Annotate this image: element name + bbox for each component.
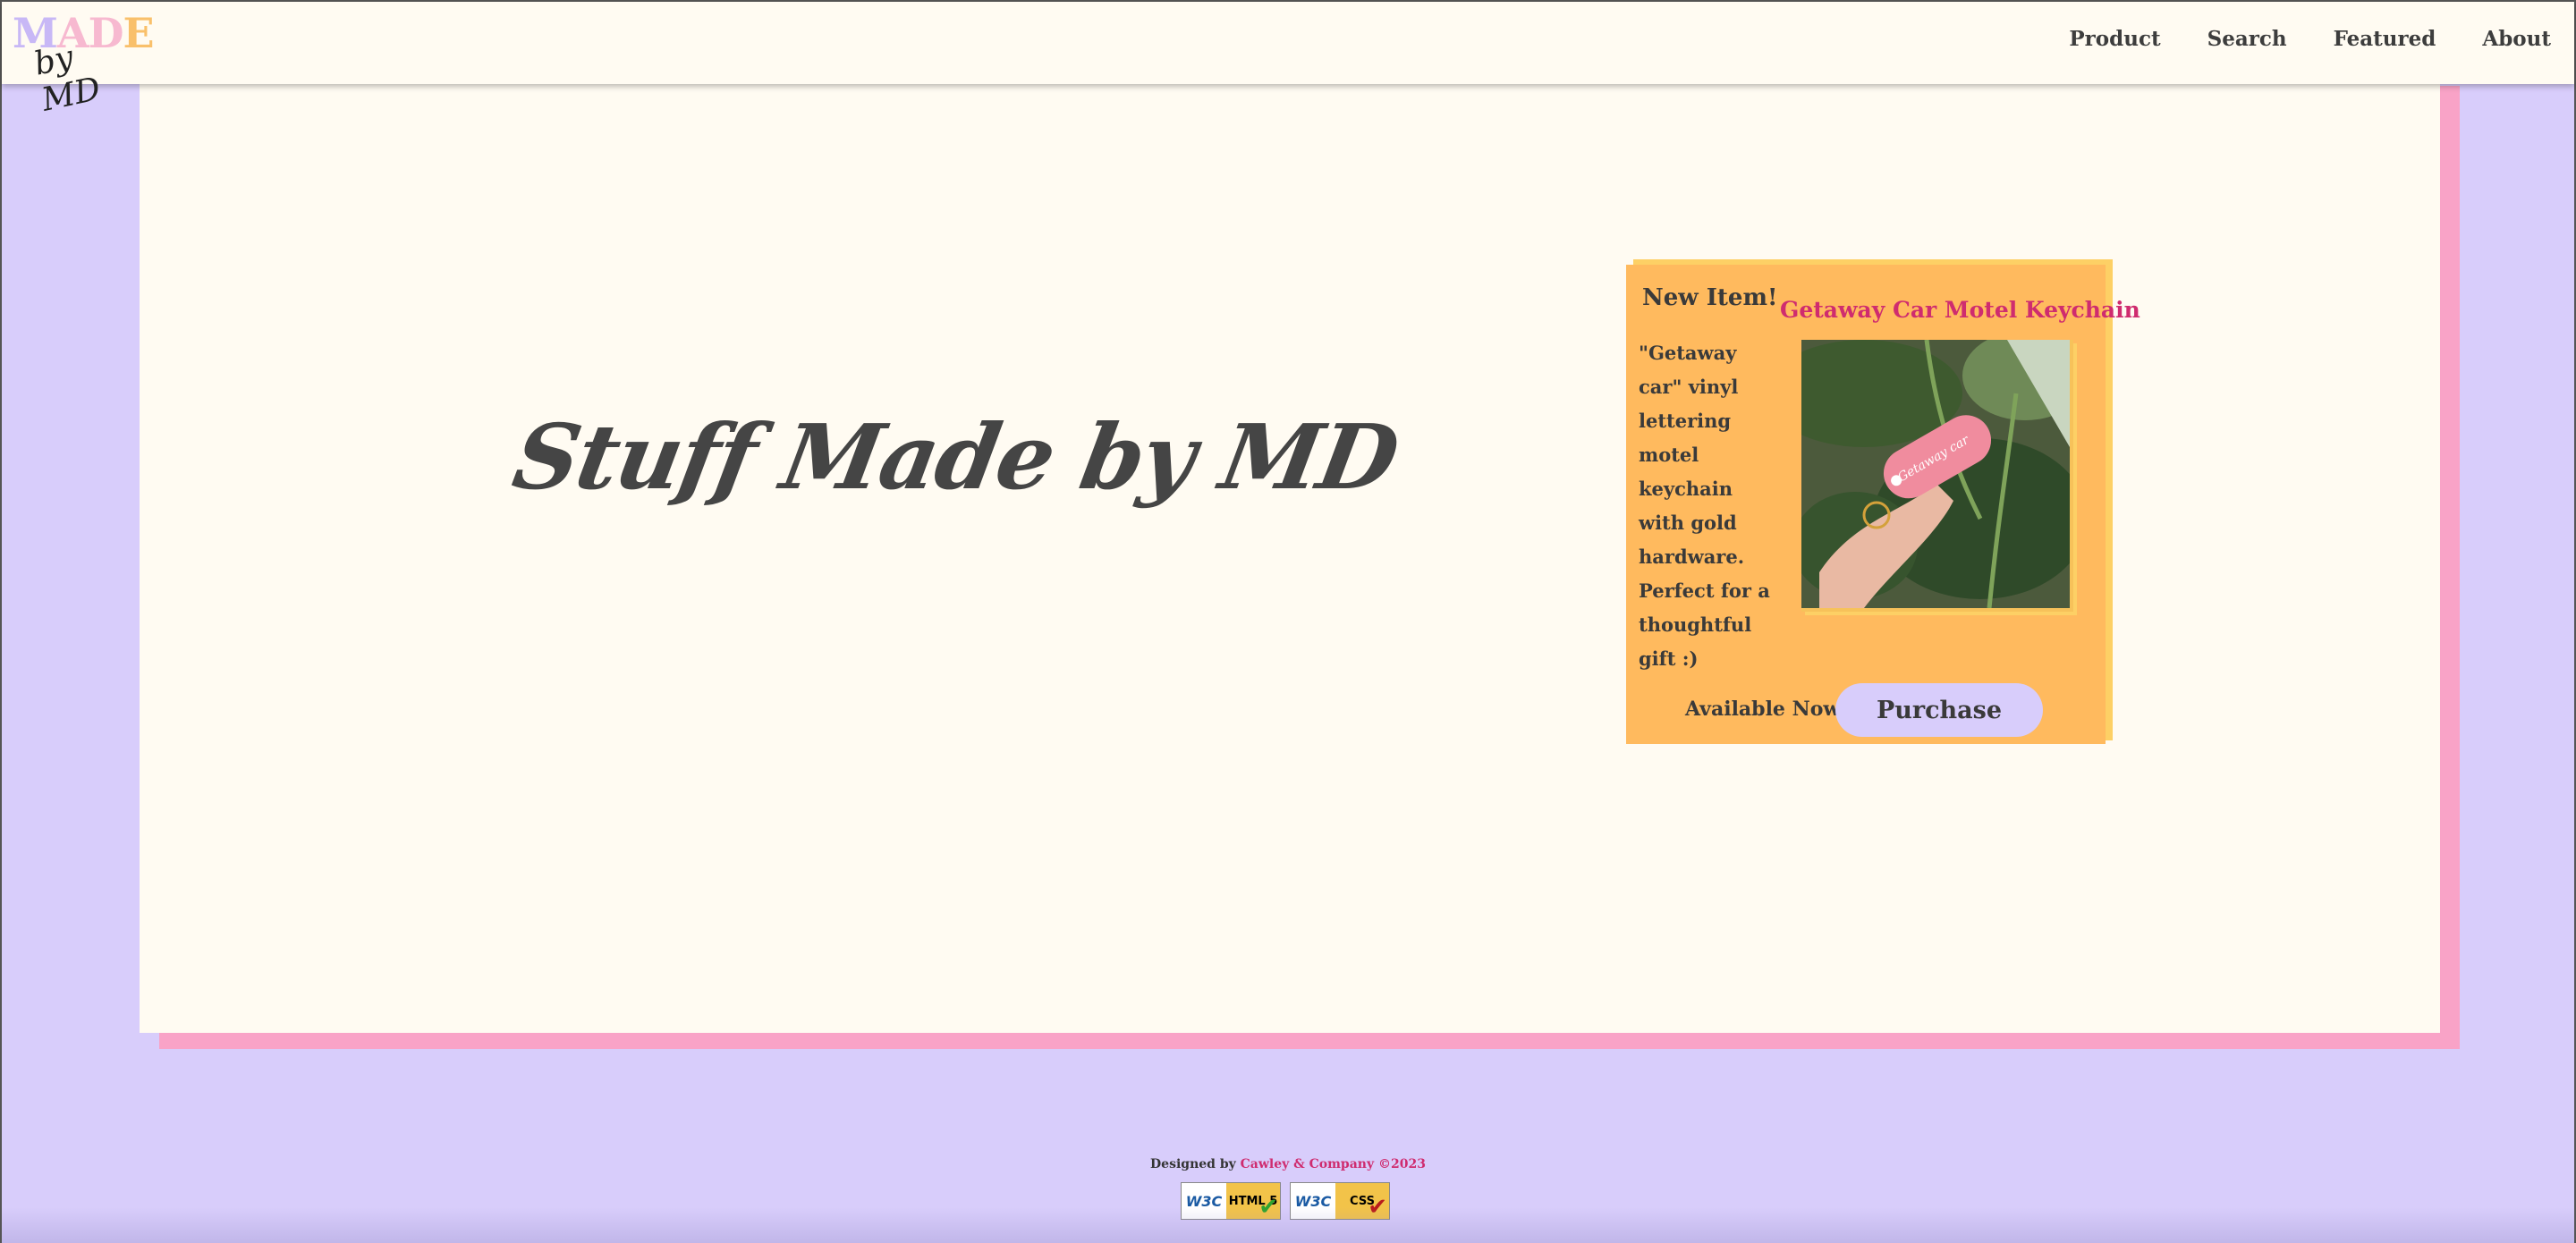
designed-by-label: Designed by xyxy=(1150,1157,1236,1171)
product-photo[interactable]: Getaway car xyxy=(1801,340,2073,612)
nav-about[interactable]: About xyxy=(2482,27,2551,51)
nav-search[interactable]: Search xyxy=(2207,27,2287,51)
nav-product[interactable]: Product xyxy=(2069,27,2160,51)
hero-title: Stuff Made by MD xyxy=(505,404,1405,510)
available-now-label: Available Now! xyxy=(1685,698,1849,721)
featured-item-card: New Item! Getaway Car Motel Keychain "Ge… xyxy=(1626,265,2140,744)
company-link[interactable]: Cawley & Company ©2023 xyxy=(1241,1157,1426,1171)
main-nav: Product Search Featured About xyxy=(2069,27,2551,51)
site-header: MADE by MD Product Search Featured About xyxy=(2,2,2574,119)
site-logo[interactable]: MADE by MD xyxy=(13,9,155,119)
bottom-shadow xyxy=(2,1207,2574,1243)
nav-featured[interactable]: Featured xyxy=(2334,27,2436,51)
item-name[interactable]: Getaway Car Motel Keychain xyxy=(1780,297,2140,323)
purchase-button[interactable]: Purchase xyxy=(1835,683,2043,737)
item-description: "Getaway car" vinyl lettering motel keyc… xyxy=(1639,342,1770,670)
keychain-photo-image: Getaway car xyxy=(1801,340,2070,608)
new-item-label: New Item! xyxy=(1642,284,1778,311)
footer-credit: Designed by Cawley & Company ©2023 xyxy=(2,1157,2574,1171)
